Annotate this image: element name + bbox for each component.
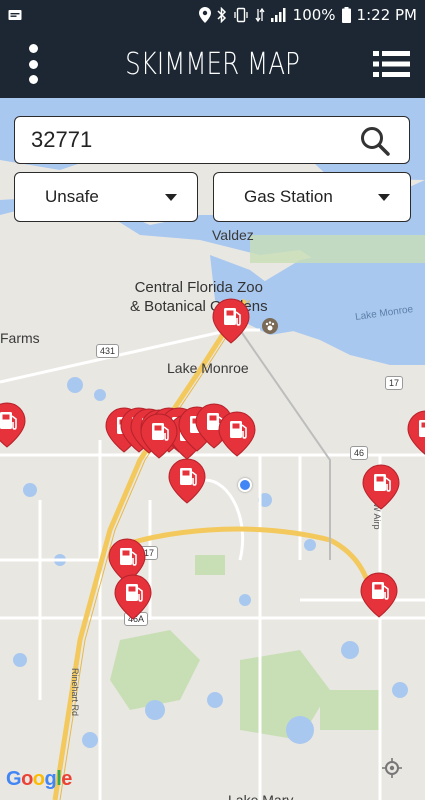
gas-station-pin[interactable] [0,402,26,448]
route-shield-17-north: 17 [385,376,404,390]
zoo-paw-icon [262,318,278,334]
my-location-dot [238,478,252,492]
label-rinehart-rd: Rinehart Rd [70,668,80,717]
location-icon [198,7,211,23]
route-shield-431: 431 [96,344,120,358]
gas-station-pin[interactable] [140,413,178,459]
gas-station-pin[interactable] [360,572,398,618]
status-bar: 100% 1:22 PM [0,0,425,30]
search-icon[interactable] [359,125,391,157]
bluetooth-icon [217,7,227,23]
type-filter-value: Gas Station [244,187,333,206]
app-header: SKIMMER MAP [0,30,425,98]
battery-icon [341,7,351,23]
route-shield-46: 46 [350,446,369,460]
gas-station-pin[interactable] [114,574,152,620]
zip-search-input[interactable] [31,127,331,153]
label-lake-mary: Lake Mary [228,792,294,800]
chevron-down-icon [165,194,177,201]
app-title: SKIMMER MAP [125,46,300,82]
label-valdez: Valdez [212,227,254,243]
gas-station-pin[interactable] [168,458,206,504]
list-icon[interactable] [373,48,411,80]
chevron-down-icon [378,194,390,201]
data-icon [255,7,265,23]
gas-station-pin[interactable] [407,410,425,456]
safety-filter-value: Unsafe [45,187,99,206]
search-bar [14,116,410,164]
gas-station-pin[interactable] [212,298,250,344]
google-logo: Google [6,768,72,790]
compass-icon[interactable] [382,758,402,778]
clock: 1:22 PM [356,6,417,24]
notification-icon [8,9,22,21]
gas-station-pin[interactable] [362,464,400,510]
label-farms: Farms [0,330,40,346]
safety-filter-select[interactable]: Unsafe [14,172,198,222]
gas-station-pin[interactable] [218,411,256,457]
vibrate-icon [233,7,249,23]
battery-percentage: 100% [292,6,336,24]
type-filter-select[interactable]: Gas Station [213,172,411,222]
label-lake-monroe-town: Lake Monroe [167,360,249,376]
signal-icon [270,8,287,22]
